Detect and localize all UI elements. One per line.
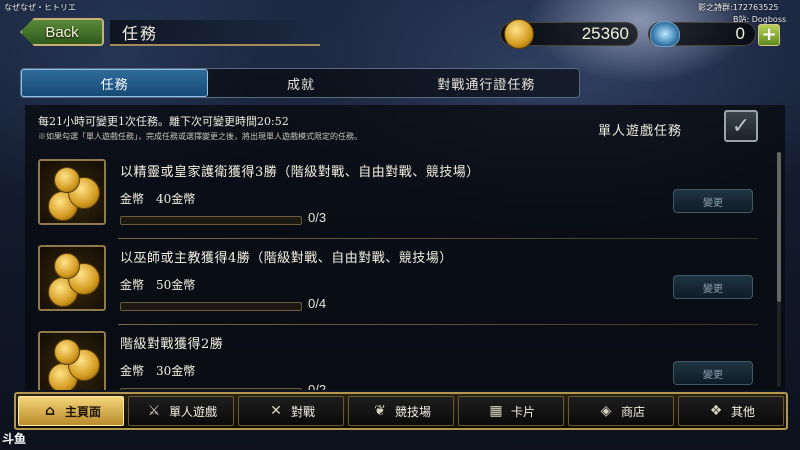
nav-label: 卡片 [510, 404, 535, 419]
nav-label: 對戰 [290, 404, 315, 419]
nav-shop[interactable]: ◈ 商店 [568, 396, 674, 426]
douyu-watermark: 斗鱼 [2, 432, 27, 446]
quest-reward: 金幣 30金幣 [120, 364, 196, 378]
nav-other[interactable]: ❖ 其他 [678, 396, 784, 426]
tab-bar: 任務 成就 對戰通行證任務 [20, 68, 580, 98]
tab-label: 成就 [286, 77, 315, 93]
plus-icon: + [761, 24, 777, 45]
tab-label: 對戰通行證任務 [437, 77, 536, 93]
back-button[interactable]: Back [20, 18, 104, 46]
cards-icon: ▦ [489, 403, 503, 419]
tab-missions[interactable]: 任務 [21, 69, 209, 97]
page-title-text: 任務 [122, 24, 159, 43]
gold-coins-reward-icon [38, 331, 106, 390]
arena-laurel-icon: ❦ [374, 403, 386, 419]
home-icon: ⌂ [44, 403, 55, 419]
gold-coin-icon [504, 19, 534, 49]
nav-label: 商店 [620, 404, 645, 419]
stream-group-label: 影之詩群:172763525 [698, 3, 779, 12]
other-icon: ❖ [709, 403, 723, 419]
quest-list-scrollbar[interactable] [777, 152, 781, 387]
nav-label: 主頁面 [64, 404, 101, 419]
change-quest-button[interactable]: 變更 [673, 361, 753, 385]
battle-swords-icon: ✕ [270, 403, 282, 419]
nav-arena[interactable]: ❦ 競技場 [348, 396, 454, 426]
shop-icon: ◈ [600, 403, 612, 419]
quest-progress-text: 0/2 [308, 382, 327, 390]
nav-solo-play[interactable]: ⚔ 單人遊戲 [128, 396, 234, 426]
quest-list-clip: 階級對戰獲得2勝 金幣 30金幣 0/2 變更 [0, 105, 800, 390]
add-crystals-button[interactable]: + [758, 24, 780, 46]
tab-achievements[interactable]: 成就 [208, 69, 393, 97]
nav-label: 競技場 [394, 404, 431, 419]
change-label: 變更 [703, 369, 723, 381]
gold-amount: 25360 [581, 24, 629, 43]
nav-label: 其他 [730, 404, 755, 419]
bottom-nav: ⌂ 主頁面 ⚔ 單人遊戲 ✕ 對戰 ❦ 競技場 ▦ 卡片 ◈ 商店 ❖ 其他 [14, 392, 788, 430]
quest-progress-bar [120, 388, 302, 390]
quest-item: 階級對戰獲得2勝 金幣 30金幣 0/2 變更 [38, 327, 758, 390]
nav-label: 單人遊戲 [168, 404, 217, 419]
crystal-icon [650, 21, 680, 47]
nav-cards[interactable]: ▦ 卡片 [458, 396, 564, 426]
nav-home[interactable]: ⌂ 主頁面 [18, 396, 124, 426]
solo-play-icon: ⚔ [147, 403, 161, 419]
tab-label: 任務 [100, 77, 129, 93]
crystal-amount: 0 [735, 24, 745, 43]
quest-title: 階級對戰獲得2勝 [120, 337, 224, 352]
tab-battle-pass-missions[interactable]: 對戰通行證任務 [394, 69, 579, 97]
stream-overlay-label: なぜなぜ・ヒトリエ [4, 3, 76, 12]
nav-battle[interactable]: ✕ 對戰 [238, 396, 344, 426]
page-title: 任務 [110, 20, 320, 46]
back-button-label: Back [45, 23, 79, 41]
